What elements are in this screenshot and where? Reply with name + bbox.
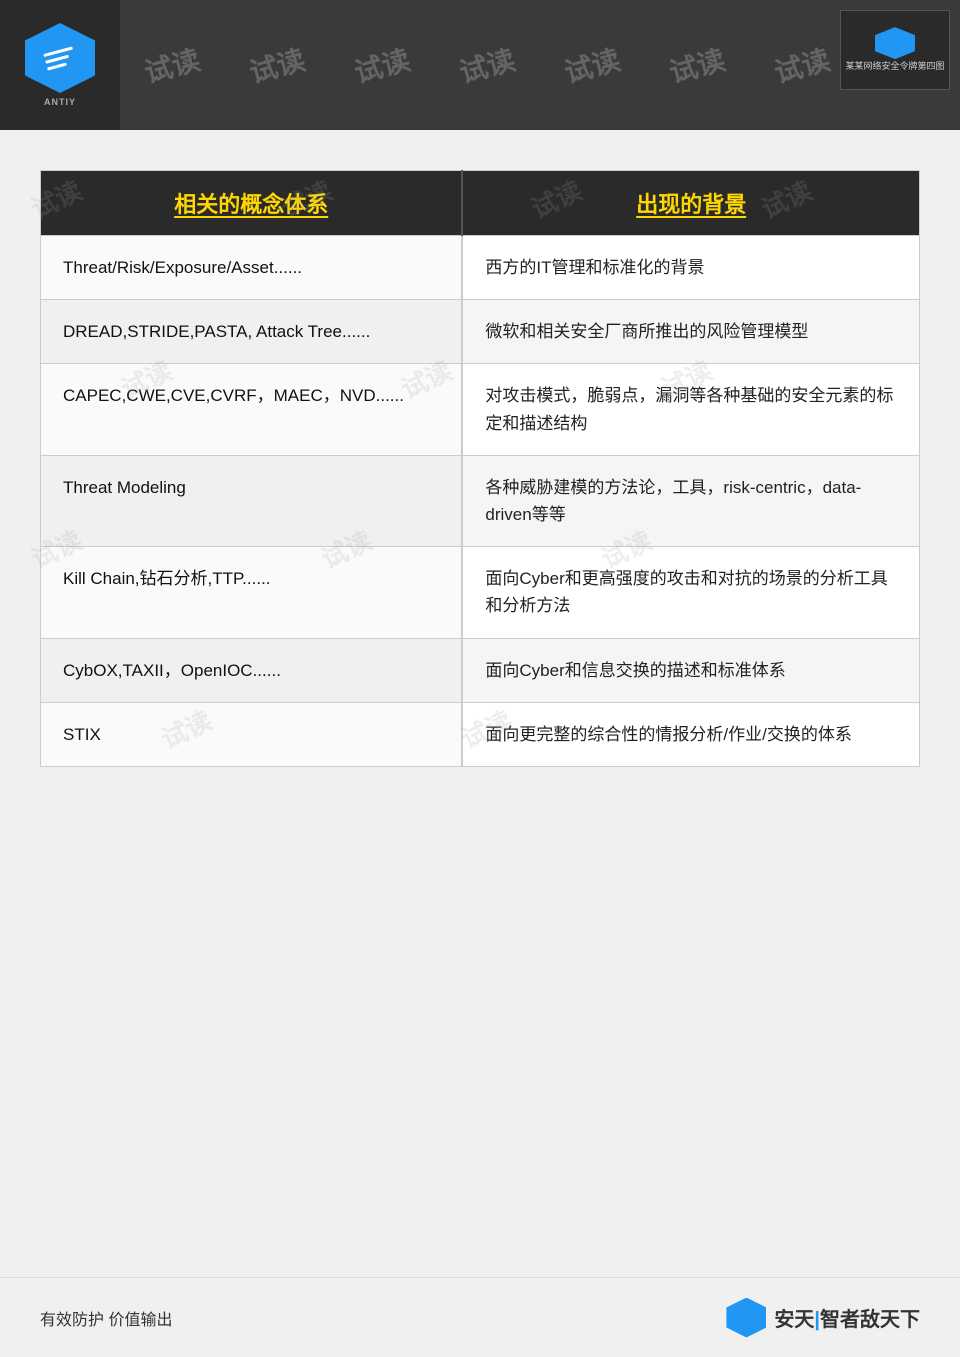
data-table: 相关的概念体系 出现的背景 Threat/Risk/Exposure/Asset… [40, 170, 920, 767]
watermark-7: 试读 [770, 38, 834, 91]
watermark-6: 试读 [665, 38, 729, 91]
footer-brand-name: 安天 [774, 1309, 814, 1331]
logo-area: ANTIY [0, 0, 120, 130]
footer-tagline: 有效防护 价值输出 [40, 1306, 172, 1330]
col-header-right: 出现的背景 [462, 171, 919, 236]
cell-right-4: 各种威胁建模的方法论，工具，risk-centric，data-driven等等 [462, 455, 919, 546]
cell-right-5: 面向Cyber和更高强度的攻击和对抗的场景的分析工具和分析方法 [462, 547, 919, 638]
footer-brand-suffix: 智者敌天下 [820, 1309, 920, 1331]
table-row: STIX 面向更完整的综合性的情报分析/作业/交换的体系 [41, 702, 920, 766]
table-row: Threat Modeling 各种威胁建模的方法论，工具，risk-centr… [41, 455, 920, 546]
header-watermarks: 试读 试读 试读 试读 试读 试读 试读 试读 [120, 0, 960, 130]
cell-left-7: STIX [41, 702, 463, 766]
table-row: CybOX,TAXII，OpenIOC...... 面向Cyber和信息交换的描… [41, 638, 920, 702]
top-right-label: 某某网络安全令牌第四图 [845, 61, 944, 73]
table-row: DREAD,STRIDE,PASTA, Attack Tree...... 微软… [41, 300, 920, 364]
table-row: Threat/Risk/Exposure/Asset...... 西方的IT管理… [41, 236, 920, 300]
main-content: 试读 试读 试读 试读 试读 试读 试读 试读 试读 试读 试读 试读 试读 试… [0, 130, 960, 797]
cell-left-6: CybOX,TAXII，OpenIOC...... [41, 638, 463, 702]
table-header-row: 相关的概念体系 出现的背景 [41, 171, 920, 236]
footer-brand: 安天|智者敌天下 [774, 1303, 920, 1332]
footer-right: 安天|智者敌天下 [726, 1298, 920, 1338]
footer: 有效防护 价值输出 安天|智者敌天下 [0, 1277, 960, 1357]
watermark-2: 试读 [245, 38, 309, 91]
cell-left-4: Threat Modeling [41, 455, 463, 546]
watermark-1: 试读 [140, 38, 204, 91]
cell-right-1: 西方的IT管理和标准化的背景 [462, 236, 919, 300]
cell-left-5: Kill Chain,钻石分析,TTP...... [41, 547, 463, 638]
cell-right-2: 微软和相关安全厂商所推出的风险管理模型 [462, 300, 919, 364]
cell-left-3: CAPEC,CWE,CVE,CVRF，MAEC，NVD...... [41, 364, 463, 455]
logo-text: ANTIY [44, 97, 76, 107]
header: ANTIY 试读 试读 试读 试读 试读 试读 试读 试读 某某网络安全令牌第四… [0, 0, 960, 130]
cell-left-1: Threat/Risk/Exposure/Asset...... [41, 236, 463, 300]
cell-right-6: 面向Cyber和信息交换的描述和标准体系 [462, 638, 919, 702]
table-row: Kill Chain,钻石分析,TTP...... 面向Cyber和更高强度的攻… [41, 547, 920, 638]
watermark-5: 试读 [560, 38, 624, 91]
watermark-4: 试读 [455, 38, 519, 91]
top-right-logo: 某某网络安全令牌第四图 [840, 10, 950, 90]
logo-hexagon [25, 23, 95, 93]
cell-right-7: 面向更完整的综合性的情报分析/作业/交换的体系 [462, 702, 919, 766]
footer-logo-icon [726, 1298, 766, 1338]
col-header-left: 相关的概念体系 [41, 171, 463, 236]
watermark-3: 试读 [350, 38, 414, 91]
cell-right-3: 对攻击模式，脆弱点，漏洞等各种基础的安全元素的标定和描述结构 [462, 364, 919, 455]
table-row: CAPEC,CWE,CVE,CVRF，MAEC，NVD...... 对攻击模式，… [41, 364, 920, 455]
cell-left-2: DREAD,STRIDE,PASTA, Attack Tree...... [41, 300, 463, 364]
